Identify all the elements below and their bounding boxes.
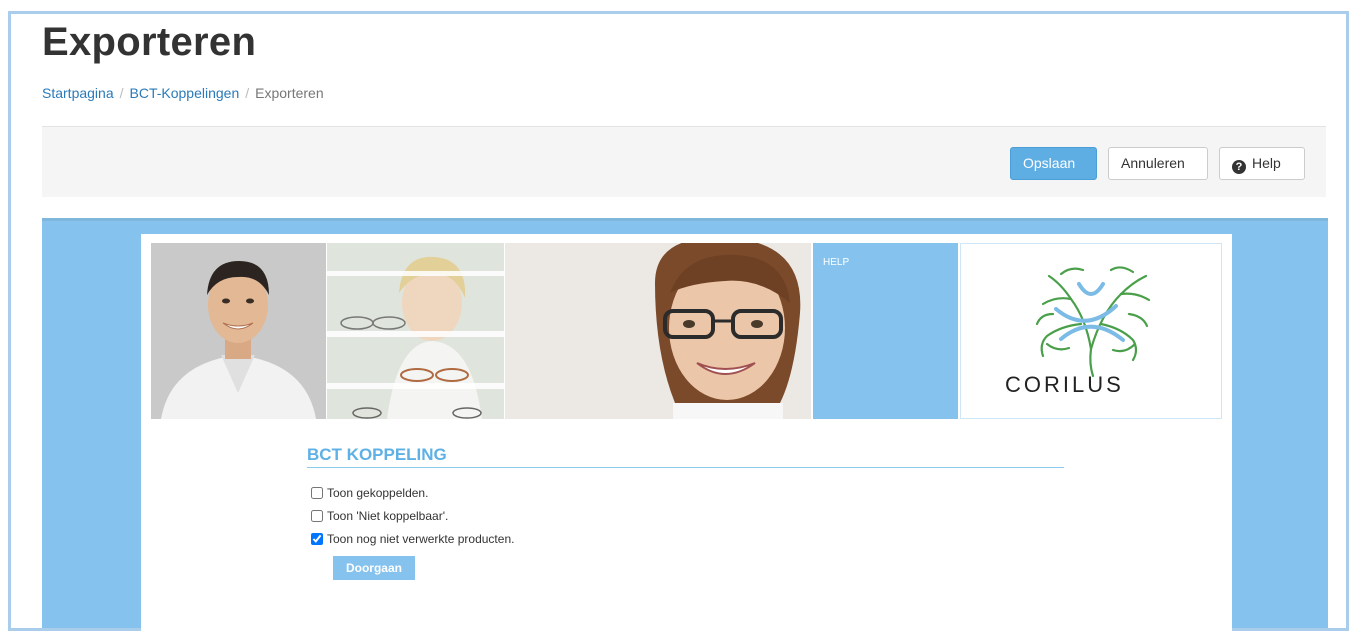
embedded-app-area: HELP CORILUS BCT KOPPELING Toon gekoppel… xyxy=(42,218,1328,634)
show-unprocessed-label: Toon nog niet verwerkte producten. xyxy=(327,532,515,546)
corilus-logo: CORILUS xyxy=(960,243,1222,419)
help-tile-label: HELP xyxy=(823,257,850,268)
breadcrumb-bct-link[interactable]: BCT-Koppelingen xyxy=(130,85,240,101)
embedded-page: HELP CORILUS BCT KOPPELING Toon gekoppel… xyxy=(141,234,1232,634)
show-unprocessed-checkbox[interactable] xyxy=(311,533,323,545)
page-title: Exporteren xyxy=(42,20,257,64)
option-show-not-linkable[interactable]: Toon 'Niet koppelbaar'. xyxy=(311,509,448,523)
corilus-logo-text: CORILUS xyxy=(1005,372,1124,397)
woman-photo-illustration xyxy=(505,243,811,419)
help-button-label: Help xyxy=(1252,155,1281,171)
breadcrumb-current: Exporteren xyxy=(255,85,324,101)
breadcrumb: Startpagina / BCT-Koppelingen / Exporteren xyxy=(42,85,324,101)
section-divider xyxy=(307,467,1064,468)
banner-photo-man xyxy=(151,243,326,419)
help-tile[interactable]: HELP xyxy=(813,243,958,419)
show-linked-checkbox[interactable] xyxy=(311,487,323,499)
option-show-unprocessed[interactable]: Toon nog niet verwerkte producten. xyxy=(311,532,514,546)
save-button[interactable]: Opslaan xyxy=(1010,147,1097,180)
breadcrumb-separator: / xyxy=(245,85,250,101)
breadcrumb-home-link[interactable]: Startpagina xyxy=(42,85,114,101)
banner-photo-woman xyxy=(505,243,811,419)
breadcrumb-separator: / xyxy=(119,85,124,101)
question-circle-icon: ? xyxy=(1232,160,1246,174)
continue-button[interactable]: Doorgaan xyxy=(333,556,415,580)
bct-section-title: BCT KOPPELING xyxy=(307,445,447,464)
man-photo-illustration xyxy=(151,243,326,419)
cancel-button[interactable]: Annuleren xyxy=(1108,147,1208,180)
action-toolbar: Opslaan Annuleren ? Help xyxy=(42,126,1326,197)
show-linked-label: Toon gekoppelden. xyxy=(327,486,429,500)
help-button[interactable]: ? Help xyxy=(1219,147,1305,180)
show-not-linkable-label: Toon 'Niet koppelbaar'. xyxy=(327,509,449,523)
banner-photo-shelves xyxy=(327,243,504,419)
option-show-linked[interactable]: Toon gekoppelden. xyxy=(311,486,428,500)
shelves-photo-illustration xyxy=(327,243,504,419)
show-not-linkable-checkbox[interactable] xyxy=(311,510,323,522)
